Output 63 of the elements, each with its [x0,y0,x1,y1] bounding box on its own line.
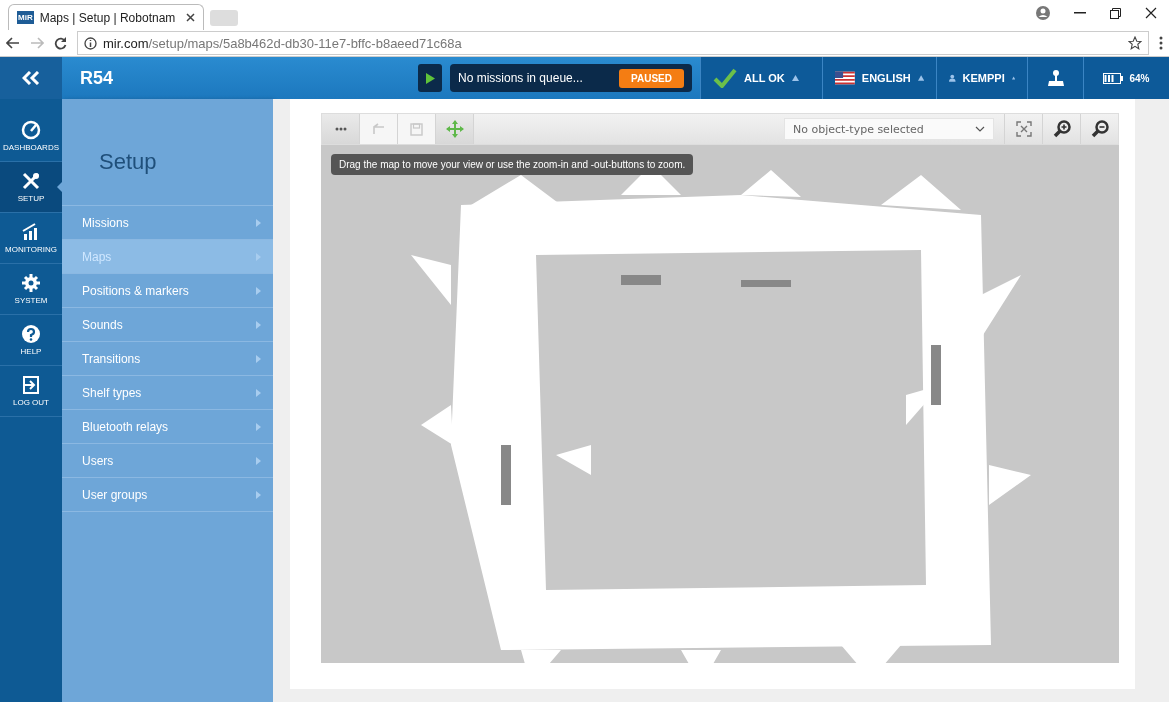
info-icon[interactable] [84,36,97,50]
caret-icon [256,286,261,295]
double-chevron-icon [22,71,40,85]
url-text: mir.com/setup/maps/5a8b462d-db30-11e7-bffc-b8aeed71c68a [103,35,463,51]
zoom-in-icon [1052,120,1071,138]
status-label: ALL OK [744,72,785,84]
address-bar[interactable]: mir.com/setup/maps/5a8b462d-db30-11e7-bffc-b8aeed71c68a [77,31,1149,55]
favicon: MiR [17,11,34,24]
logout-icon [21,375,41,395]
close-icon[interactable] [186,13,195,22]
zoom-out-icon [1090,120,1109,138]
gear-icon [21,273,41,293]
reload-icon[interactable] [54,36,67,50]
play-button[interactable] [418,64,442,92]
status-menu[interactable]: KEMPPI [936,57,1027,99]
caret-icon [1011,75,1015,81]
mission-status: No missions in queue... [458,71,583,85]
menu-icon[interactable] [1159,36,1163,50]
check-icon [713,68,737,88]
caret-icon [256,354,261,363]
chevron-icon [975,126,985,132]
move-icon [445,120,464,138]
paused-badge: PAUSED [619,68,684,88]
flag-icon [835,71,855,85]
save-icon [410,122,423,136]
tab-title: Maps | Setup | Robotnam [39,10,177,25]
caret-icon [256,456,261,465]
joystick-icon [1046,69,1065,87]
close-icon[interactable] [1145,7,1157,19]
object-type-select[interactable]: No object-type selected [784,118,994,140]
caret-icon [256,490,261,499]
status-label: ENGLISH [861,72,911,84]
robot-name: R54 [79,66,115,90]
back-icon[interactable] [6,37,20,49]
hint-tooltip: Drag the map to move your view or use the zoom-in and -out-buttons to zoom. [331,154,694,175]
profile-icon[interactable] [1036,6,1050,20]
caret-icon [256,388,261,397]
panel-title: Setup [98,149,158,176]
play-icon [425,72,435,84]
fit-screen-icon [1015,121,1032,137]
nav-item[interactable]: SETUP [0,162,62,213]
restore-icon[interactable] [1110,7,1121,19]
help-icon [21,324,41,344]
status-label: KEMPPI [962,72,1005,84]
caret-icon [917,75,924,81]
joystick-button[interactable] [1027,57,1083,99]
caret-icon [256,252,261,261]
status-menu[interactable]: ENGLISH [822,57,936,99]
battery-icon [1103,72,1124,84]
battery-percent: 64% [1129,72,1150,84]
minimize-icon[interactable] [1074,12,1086,14]
gauge-icon [21,120,41,140]
star-icon[interactable] [1128,36,1142,50]
caret-icon [256,422,261,431]
status-menu[interactable]: ALL OK [700,57,822,99]
caret-icon [256,320,261,329]
more-icon [334,127,347,131]
browser-tab[interactable]: MiR Maps | Setup | Robotnam [8,4,204,30]
collapse-button[interactable] [0,57,62,99]
caret-icon [256,218,261,227]
undo-icon [371,123,386,135]
caret-icon [791,75,799,81]
tools-icon [21,171,41,191]
